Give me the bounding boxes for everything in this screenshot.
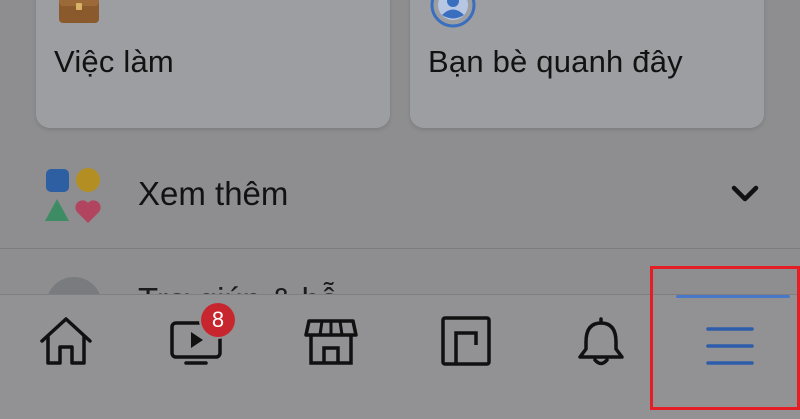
see-more-row[interactable]: Xem thêm [0, 150, 800, 246]
tab-home[interactable] [0, 295, 130, 419]
hamburger-menu-icon [706, 327, 754, 365]
shortcut-card-jobs[interactable]: Việc làm [36, 0, 390, 128]
store-icon [304, 319, 358, 365]
help-support-row[interactable]: Trợ giúp & hỗ [0, 249, 800, 295]
bell-icon [578, 317, 624, 366]
shortcut-card-nearby-friends[interactable]: Bạn bè quanh đây [410, 0, 764, 128]
shortcut-label-nearby-friends: Bạn bè quanh đây [428, 44, 683, 79]
notification-count-badge: 8 [201, 303, 235, 337]
help-support-label: Trợ giúp & hỗ [138, 281, 338, 295]
tab-menu[interactable] [652, 295, 798, 419]
see-more-label: Xem thêm [138, 175, 289, 212]
chevron-down-icon[interactable] [727, 180, 763, 208]
shortcut-label-jobs: Việc làm [54, 44, 174, 79]
bottom-tab-bar: 8 [0, 294, 800, 419]
home-icon [40, 317, 92, 365]
tab-notifications[interactable] [535, 295, 665, 419]
tab-watch[interactable]: 8 [130, 295, 260, 419]
help-avatar-icon [46, 277, 102, 295]
tab-gaming[interactable] [400, 295, 530, 419]
briefcase-icon [59, 0, 99, 23]
nearby-friends-icon [430, 0, 476, 28]
gaming-icon [441, 316, 491, 366]
tab-marketplace[interactable] [265, 295, 395, 419]
apps-shapes-icon [45, 168, 101, 223]
active-tab-indicator [676, 295, 790, 298]
